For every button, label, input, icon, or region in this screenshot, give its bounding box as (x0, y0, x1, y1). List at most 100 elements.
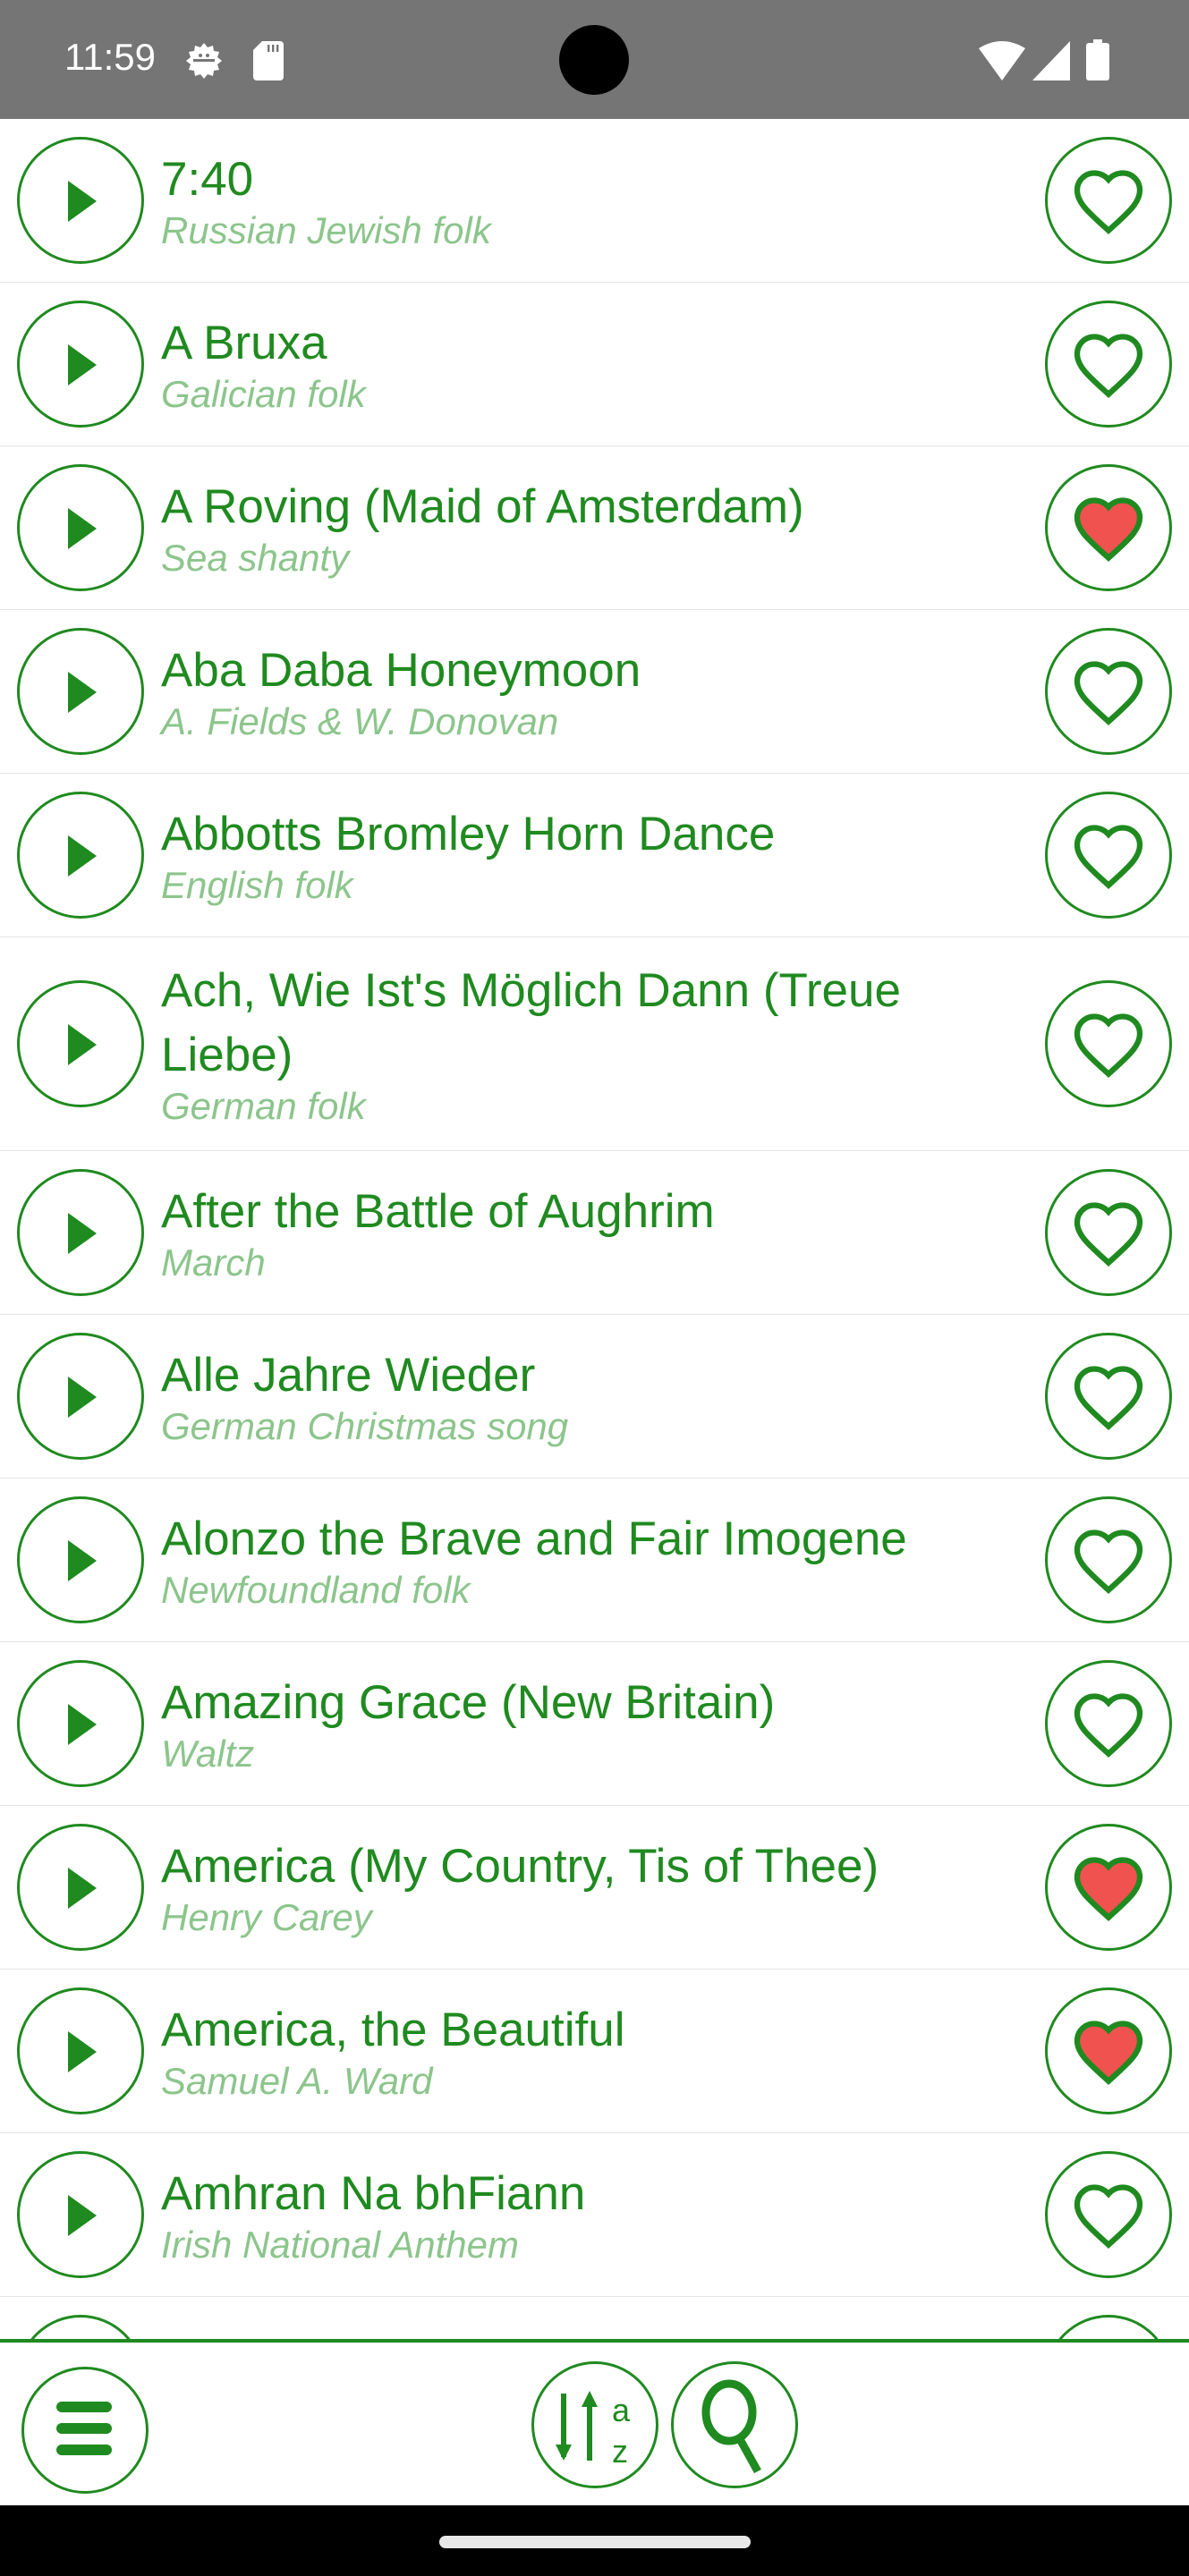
heart-outline-icon (1074, 825, 1143, 889)
play-button[interactable] (17, 1496, 144, 1623)
play-button[interactable] (17, 2151, 144, 2278)
play-button[interactable] (17, 628, 144, 755)
play-button[interactable] (17, 2315, 144, 2342)
song-row[interactable]: Alle Jahre Wieder German Christmas song (0, 1315, 1189, 1479)
home-gesture-handle[interactable] (439, 2536, 751, 2548)
favorite-button[interactable] (1045, 980, 1172, 1107)
favorite-button[interactable] (1045, 1496, 1172, 1623)
play-icon (68, 835, 97, 877)
song-row[interactable]: Abbotts Bromley Horn Dance English folk (0, 774, 1189, 937)
song-subtitle: Irish National Anthem (161, 2224, 519, 2266)
heart-outline-icon (1074, 334, 1143, 398)
song-title: 7:40 (161, 153, 254, 206)
play-icon (68, 344, 97, 386)
song-text[interactable]: Amhran Na bhFiann Irish National Anthem (161, 2162, 1024, 2267)
song-subtitle: Russian Jewish folk (161, 209, 491, 251)
song-row[interactable]: Amazing Grace (New Britain) Waltz (0, 1642, 1189, 1806)
song-list[interactable]: 7:40 Russian Jewish folk A Bruxa Galician f… (0, 119, 1189, 2342)
svg-text:z: z (612, 2433, 628, 2470)
song-text[interactable]: Alonzo the Brave and Fair Imogene Newfoun… (161, 1507, 1024, 1613)
favorite-button[interactable] (1045, 464, 1172, 591)
play-icon (68, 1704, 97, 1745)
song-row[interactable]: Are You Sleeping, Maggie? (0, 2297, 1189, 2342)
song-row[interactable]: Aba Daba Honeymoon A. Fields & W. Donovan (0, 610, 1189, 774)
favorite-button[interactable] (1045, 137, 1172, 264)
play-icon (68, 1540, 97, 1581)
heart-outline-icon (1074, 170, 1143, 234)
song-row[interactable]: America, the Beautiful Samuel A. Ward (0, 1970, 1189, 2133)
song-row[interactable]: America (My Country, Tis of Thee) Henry C… (0, 1806, 1189, 1970)
song-row[interactable]: 7:40 Russian Jewish folk (0, 119, 1189, 283)
song-text[interactable]: Abbotts Bromley Horn Dance English folk (161, 802, 1024, 908)
play-button[interactable] (17, 1169, 144, 1296)
song-row[interactable]: Amhran Na bhFiann Irish National Anthem (0, 2133, 1189, 2297)
favorite-button[interactable] (1045, 301, 1172, 428)
heart-outline-icon (1074, 2184, 1143, 2249)
play-button[interactable] (17, 301, 144, 428)
song-title: A Bruxa (161, 317, 327, 369)
heart-filled-icon (1074, 497, 1143, 562)
wifi-icon (979, 41, 1025, 80)
play-button[interactable] (17, 792, 144, 919)
song-title: Amhran Na bhFiann (161, 2167, 586, 2220)
song-row[interactable]: Alonzo the Brave and Fair Imogene Newfoun… (0, 1479, 1189, 1642)
song-row[interactable]: A Roving (Maid of Amsterdam) Sea shanty (0, 446, 1189, 610)
favorite-button[interactable] (1045, 1333, 1172, 1460)
song-row[interactable]: Ach, Wie Ist's Möglich Dann (Treue Liebe… (0, 937, 1189, 1151)
status-bar: 11:59 (0, 0, 1189, 119)
favorite-button[interactable] (1045, 1169, 1172, 1296)
song-row[interactable]: A Bruxa Galician folk (0, 283, 1189, 446)
play-button[interactable] (17, 464, 144, 591)
song-subtitle: German Christmas song (161, 1405, 569, 1447)
bottom-toolbar: az (0, 2339, 1189, 2509)
song-text[interactable]: A Bruxa Galician folk (161, 311, 1024, 417)
menu-icon (56, 2402, 112, 2455)
search-button[interactable] (671, 2361, 798, 2488)
favorite-button[interactable] (1045, 2151, 1172, 2278)
favorite-button[interactable] (1045, 1824, 1172, 1951)
song-title: Amazing Grace (New Britain) (161, 1676, 776, 1729)
song-subtitle: Samuel A. Ward (161, 2060, 433, 2102)
song-subtitle: German folk (161, 1085, 366, 1127)
heart-outline-icon (1074, 1366, 1143, 1430)
play-icon (68, 672, 97, 713)
svg-text:a: a (612, 2392, 631, 2428)
favorite-button[interactable] (1045, 792, 1172, 919)
play-button[interactable] (17, 1333, 144, 1460)
play-icon (68, 1377, 97, 1418)
song-text[interactable]: America (My Country, Tis of Thee) Henry C… (161, 1835, 1024, 1940)
play-button[interactable] (17, 1987, 144, 2114)
play-button[interactable] (17, 1660, 144, 1787)
song-subtitle: Waltz (161, 1733, 255, 1775)
play-button[interactable] (17, 137, 144, 264)
play-button[interactable] (17, 980, 144, 1107)
play-button[interactable] (17, 1824, 144, 1951)
song-text[interactable]: America, the Beautiful Samuel A. Ward (161, 1998, 1024, 2104)
favorite-button[interactable] (1045, 1660, 1172, 1787)
system-nav-bar (0, 2505, 1189, 2576)
search-icon (701, 2379, 761, 2474)
menu-button[interactable] (21, 2367, 149, 2494)
favorite-button[interactable] (1045, 628, 1172, 755)
song-subtitle: A. Fields & W. Donovan (161, 700, 559, 742)
song-row[interactable]: After the Battle of Aughrim March (0, 1151, 1189, 1315)
sort-button[interactable]: az (531, 2361, 658, 2488)
song-text[interactable]: 7:40 Russian Jewish folk (161, 148, 1024, 253)
song-subtitle: Galician folk (161, 373, 366, 415)
favorite-button[interactable] (1045, 1987, 1172, 2114)
favorite-button[interactable] (1045, 2315, 1172, 2342)
song-text[interactable]: Aba Daba Honeymoon A. Fields & W. Donovan (161, 639, 1024, 744)
song-title: Aba Daba Honeymoon (161, 644, 641, 697)
song-text[interactable]: Ach, Wie Ist's Möglich Dann (Treue Liebe… (161, 959, 1024, 1129)
song-title: A Roving (Maid of Amsterdam) (161, 480, 804, 533)
song-text[interactable]: A Roving (Maid of Amsterdam) Sea shanty (161, 475, 1024, 580)
heart-filled-icon (1074, 1857, 1143, 1921)
song-text[interactable]: Amazing Grace (New Britain) Waltz (161, 1671, 1024, 1776)
song-title: Ach, Wie Ist's Möglich Dann (Treue Liebe… (161, 964, 901, 1081)
song-title: Alonzo the Brave and Fair Imogene (161, 1513, 907, 1565)
song-text[interactable]: After the Battle of Aughrim March (161, 1180, 1024, 1285)
heart-outline-icon (1074, 1202, 1143, 1267)
song-text[interactable]: Alle Jahre Wieder German Christmas song (161, 1343, 1024, 1449)
play-icon (68, 508, 97, 549)
settings-gear-icon (186, 43, 222, 79)
